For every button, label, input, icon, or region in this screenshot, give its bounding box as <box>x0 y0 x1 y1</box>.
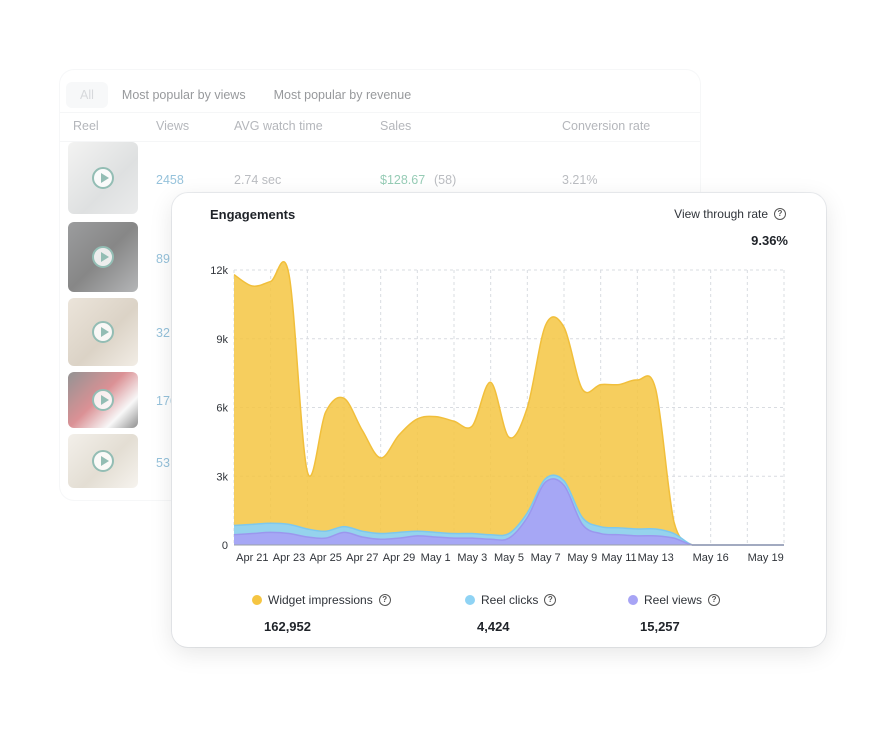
y-tick-label: 0 <box>222 540 228 552</box>
legend-label: Reel views <box>644 593 703 607</box>
views-value: 89 <box>156 252 170 266</box>
help-icon[interactable]: ? <box>544 594 557 606</box>
play-icon[interactable] <box>92 389 114 411</box>
table-header: Reel Views AVG watch time Sales Conversi… <box>60 112 700 142</box>
x-tick-label: May 3 <box>457 552 487 564</box>
x-tick-label: May 1 <box>421 552 451 564</box>
header-reel: Reel <box>73 119 99 133</box>
views-value: 32 <box>156 326 170 340</box>
engagements-area-chart: 0 3k 6k 9k 12k Apr 21 Apr 23 Apr 25 Apr 27 Apr 29… <box>210 261 785 564</box>
sales-value: $128.67 <box>380 173 426 187</box>
tab-all[interactable]: All <box>66 82 108 108</box>
conversion-rate-value: 3.21% <box>562 173 598 187</box>
legend-widget-impressions[interactable]: Widget impressions ? <box>252 593 391 607</box>
play-icon[interactable] <box>92 450 114 472</box>
avg-watch-time-value: 2.74 sec <box>234 173 282 187</box>
y-tick-label: 9k <box>216 334 228 346</box>
header-sales: Sales <box>380 119 412 133</box>
header-conversion-rate: Conversion rate <box>562 119 651 133</box>
legend-dot <box>628 595 638 605</box>
x-tick-label: May 11 <box>601 552 636 564</box>
legend-reel-views[interactable]: Reel views ? <box>628 593 721 607</box>
reel-clicks-total: 4,424 <box>477 619 510 634</box>
x-tick-label: Apr 29 <box>383 552 415 564</box>
engagements-chart-card: Engagements View through rate ? 9.36% 03… <box>172 193 826 647</box>
help-icon[interactable]: ? <box>708 594 721 606</box>
play-icon[interactable] <box>92 321 114 343</box>
help-icon[interactable]: ? <box>378 594 391 606</box>
header-avg-watch-time: AVG watch time <box>234 119 323 133</box>
x-tick-label: May 9 <box>567 552 597 564</box>
views-value: 53 <box>156 456 170 470</box>
x-tick-label: May 5 <box>494 552 524 564</box>
tab-most-popular-by-views[interactable]: Most popular by views <box>108 82 260 108</box>
reel-thumbnail[interactable] <box>68 372 138 428</box>
x-tick-label: Apr 21 <box>236 552 268 564</box>
widget-impressions-total: 162,952 <box>264 619 311 634</box>
legend-reel-clicks[interactable]: Reel clicks ? <box>465 593 557 607</box>
views-value: 2458 <box>156 173 184 187</box>
legend-label: Widget impressions <box>268 593 373 607</box>
header-views: Views <box>156 119 190 133</box>
table-tabs: All Most popular by views Most popular b… <box>66 80 425 110</box>
x-tick-label: May 16 <box>693 552 729 564</box>
tab-most-popular-by-revenue[interactable]: Most popular by revenue <box>260 82 426 108</box>
x-tick-label: Apr 27 <box>346 552 378 564</box>
widget-impressions-area <box>234 261 784 545</box>
play-icon[interactable] <box>92 246 114 268</box>
y-tick-label: 12k <box>210 265 228 277</box>
play-icon[interactable] <box>92 167 114 189</box>
y-tick-label: 3k <box>216 471 228 483</box>
x-tick-label: Apr 25 <box>309 552 341 564</box>
reel-thumbnail[interactable] <box>68 434 138 488</box>
reel-thumbnail[interactable] <box>68 142 138 214</box>
y-tick-label: 6k <box>216 403 228 415</box>
reel-views-total: 15,257 <box>640 619 680 634</box>
reel-thumbnail[interactable] <box>68 222 138 292</box>
legend-dot <box>252 595 262 605</box>
legend-dot <box>465 595 475 605</box>
x-tick-label: May 7 <box>531 552 561 564</box>
x-tick-label: Apr 23 <box>273 552 305 564</box>
sales-count: (58) <box>434 173 457 187</box>
legend-label: Reel clicks <box>481 593 539 607</box>
x-tick-label: May 13 <box>638 552 674 564</box>
reel-thumbnail[interactable] <box>68 298 138 366</box>
x-tick-label: May 19 <box>748 552 784 564</box>
